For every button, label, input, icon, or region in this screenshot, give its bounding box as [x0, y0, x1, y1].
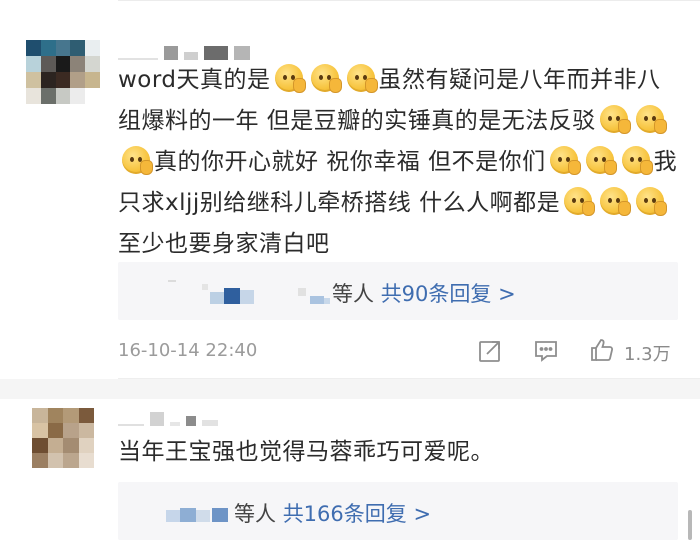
scrollbar[interactable]	[688, 510, 692, 540]
comment-body: 当年王宝强也觉得马蓉乖巧可爱呢。	[118, 439, 494, 465]
comment-body: word天真的是 虽然有疑问是八年而并非八组爆料的一年 但是豆瓣的实锤真的是无法反…	[118, 60, 678, 265]
replier-names-blurred	[168, 280, 330, 304]
comment-text-part-3: 真的你开心就好 祝你幸福 但不是你们	[154, 149, 546, 175]
replies-link[interactable]: 共90条回复 >	[381, 282, 516, 306]
username-blurred[interactable]	[118, 408, 218, 426]
emoji-icon	[635, 105, 667, 134]
like-count: 1.3万	[624, 344, 671, 365]
replies-suffix: 等人	[234, 502, 276, 526]
emoji-icon	[564, 187, 596, 216]
like-icon[interactable]	[589, 337, 615, 363]
emoji-icon	[636, 187, 668, 216]
replier-names-blurred	[166, 508, 232, 522]
emoji-icon	[549, 146, 581, 175]
timestamp: 16-10-14 22:40	[118, 340, 258, 361]
replies-suffix: 等人	[332, 282, 374, 306]
avatar[interactable]	[32, 408, 94, 468]
emoji-icon	[346, 64, 378, 93]
emoji-icon	[585, 146, 617, 175]
emoji-icon	[310, 64, 342, 93]
emoji-icon	[600, 187, 632, 216]
comment-2: 当年王宝强也觉得马蓉乖巧可爱呢。 等人 共166条回复 >	[0, 400, 700, 545]
comment-1: word天真的是 虽然有疑问是八年而并非八组爆料的一年 但是豆瓣的实锤真的是无法反…	[0, 0, 700, 380]
replies-link[interactable]: 共166条回复 >	[283, 502, 431, 526]
emoji-icon	[122, 146, 153, 175]
comment-text-part-1: word天真的是	[118, 67, 271, 93]
avatar[interactable]	[26, 40, 100, 104]
replies-box[interactable]: 等人 共166条回复 >	[118, 482, 678, 540]
emoji-icon	[599, 105, 631, 134]
emoji-icon	[274, 64, 306, 93]
emoji-icon	[621, 146, 653, 175]
replies-summary[interactable]: 等人 共90条回复 >	[332, 278, 516, 308]
section-gap	[0, 379, 700, 399]
username-blurred[interactable]	[118, 42, 250, 60]
comment-text-part-5: 至少也要身家清白吧	[118, 231, 330, 257]
replies-summary[interactable]: 等人 共166条回复 >	[234, 498, 431, 528]
replies-box[interactable]: 等人 共90条回复 >	[118, 262, 678, 320]
share-icon[interactable]	[477, 338, 503, 364]
comment-icon[interactable]	[533, 338, 559, 364]
